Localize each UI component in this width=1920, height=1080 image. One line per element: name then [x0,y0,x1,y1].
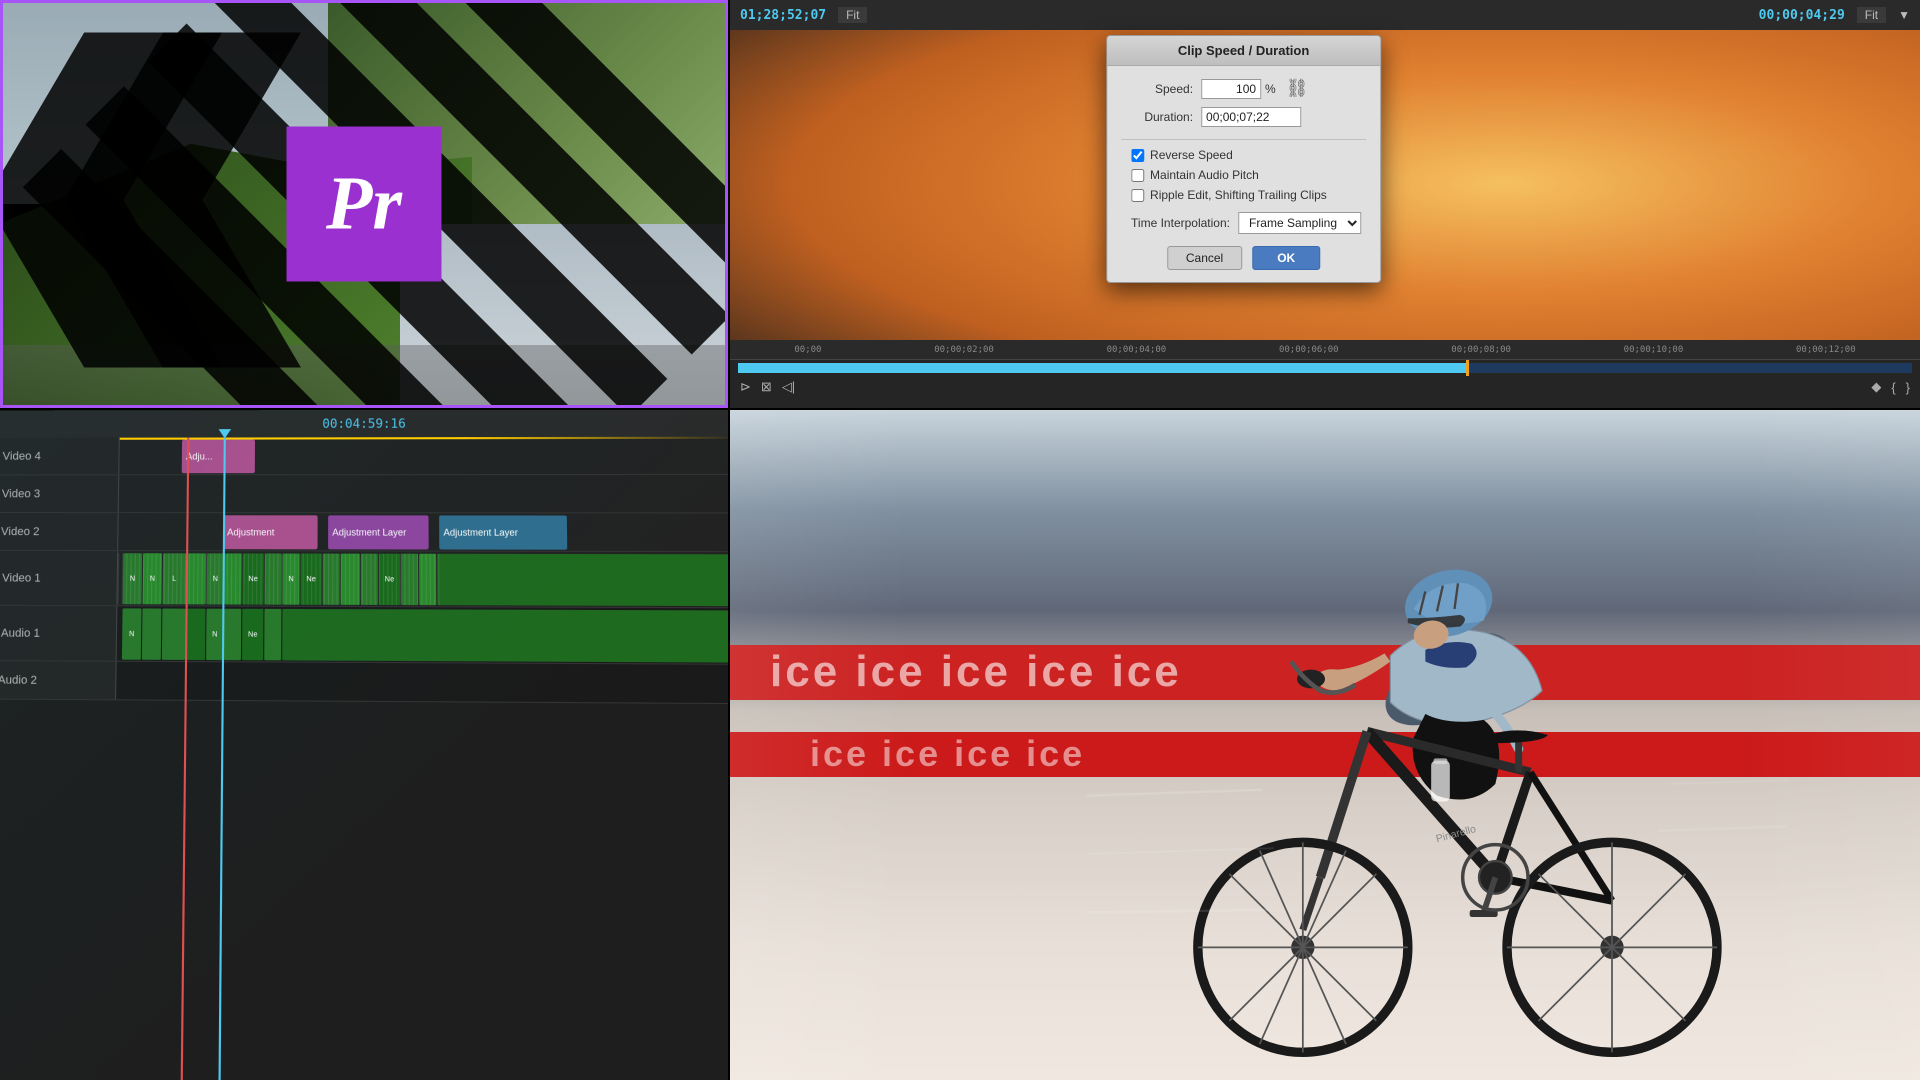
clip-v2-pink-1[interactable]: Adjustment [223,515,318,549]
speed-input[interactable] [1201,79,1261,99]
maintain-audio-pitch-label: Maintain Audio Pitch [1150,168,1259,182]
track-label-audio1: ▼ Audio 1 [0,606,117,661]
clip-v2-teal[interactable]: Adjustment Layer [439,515,567,549]
duration-row: Duration: [1121,107,1366,127]
track-content-video3 [119,475,728,512]
timecode-left: 01;28;52;07 [740,8,826,23]
progress-fill [738,363,1466,373]
track-video4: ▶ Video 4 Adju... [0,437,728,476]
time-interpolation-label: Time Interpolation: [1131,216,1230,230]
cyclist-svg: Pinarello [1087,444,1787,1080]
ok-button[interactable]: OK [1252,246,1320,270]
time-interpolation-row: Time Interpolation: Frame Sampling Frame… [1121,212,1366,234]
track-content-audio2 [116,662,728,703]
camera-icon[interactable]: ⊠ [761,379,772,395]
track-label-audio2: ▶ Audio 2 [0,661,117,699]
duration-label: Duration: [1121,110,1193,124]
dropdown-arrow[interactable]: ▼ [1898,8,1910,22]
cancel-button[interactable]: Cancel [1167,246,1242,270]
pr-logo-text: Pr [326,161,402,248]
transport-controls: ⊳ ⊠ ◁| ◆ { } [730,376,1920,398]
clip-v2-pink-2[interactable]: Adjustment Layer [328,515,429,549]
track-video2: ▶ Video 2 Adjustment Adjustment Layer Ad… [0,513,728,552]
timecode-right: 00;00;04;29 [1759,8,1845,23]
track-content-video1: N N L N Ne N Ne Ne [117,551,728,607]
timeline-controls-bar: 00;00 00;00;02;00 00;00;04;00 00;00;06;0… [730,340,1920,408]
track-video3: ▶ Video 3 [0,475,728,514]
clip-speed-dialog: Clip Speed / Duration Speed: % ⛓ Duratio… [1106,35,1381,283]
dialog-body: Speed: % ⛓ Duration: Reverse Speed [1107,66,1380,282]
dialog-title-bar: Clip Speed / Duration [1107,36,1380,66]
track-audio1: ▼ Audio 1 N N Ne [0,606,728,665]
pr-logo-box: Pr [287,127,442,282]
ripple-edit-row: Ripple Edit, Shifting Trailing Clips [1121,188,1366,202]
track-label-video3: ▶ Video 3 [0,475,119,512]
diamond-icon[interactable]: ◆ [1871,379,1881,395]
ripple-edit-label: Ripple Edit, Shifting Trailing Clips [1150,188,1327,202]
right-brace-icon[interactable]: } [1906,380,1910,395]
timeline-header: 00:04:59:16 [0,410,728,438]
tick-6: 00;00;12;00 [1796,345,1856,355]
track-label-video2: ▶ Video 2 [0,513,119,550]
track-video1: ▼ Video 1 N N L N Ne [0,551,728,608]
dialog-buttons: Cancel OK [1121,246,1366,274]
ripple-edit-checkbox[interactable] [1131,189,1144,202]
v-divider [728,0,730,1080]
tick-3: 00;00;06;00 [1279,345,1339,355]
track-label-video4: ▶ Video 4 [0,438,120,475]
progress-track[interactable] [738,363,1912,373]
tick-0: 00;00 [794,345,821,355]
mark-in-icon[interactable]: ◁| [782,379,795,395]
maintain-audio-pitch-checkbox[interactable] [1131,169,1144,182]
fit-label-left[interactable]: Fit [838,7,867,23]
dialog-divider [1121,139,1366,140]
timeline-ruler: 00;00 00;00;02;00 00;00;04;00 00;00;06;0… [730,340,1920,360]
time-interpolation-select[interactable]: Frame Sampling Frame Blending Optical Fl… [1238,212,1361,234]
playhead-marker [1466,360,1469,376]
track-label-video1: ▼ Video 1 [0,551,118,605]
speed-row: Speed: % ⛓ [1121,78,1366,99]
editor-toolbar: 01;28;52;07 Fit 00;00;04;29 Fit ▼ [730,0,1920,30]
tick-1: 00;00;02;00 [934,345,994,355]
maintain-audio-pitch-row: Maintain Audio Pitch [1121,168,1366,182]
track-content-audio1: N N Ne [117,606,728,664]
left-brace-icon[interactable]: { [1891,380,1895,395]
tick-4: 00;00;08;00 [1451,345,1511,355]
h-divider [0,408,1920,410]
reverse-speed-row: Reverse Speed [1121,148,1366,162]
panel-top-right: 01;28;52;07 Fit 00;00;04;29 Fit ▼ 00;00 … [730,0,1920,408]
duration-input[interactable] [1201,107,1301,127]
timeline-inner: 00:04:59:16 ▶ Video 4 Adju... [0,410,728,1080]
fit-label-right[interactable]: Fit [1857,7,1886,23]
panel-bottom-left: 00:04:59:16 ▶ Video 4 Adju... [0,410,728,1080]
tick-2: 00;00;04;00 [1107,345,1167,355]
speed-unit: % [1265,82,1276,96]
cyclist-container: Pinarello [730,410,1920,1080]
reverse-speed-checkbox[interactable] [1131,149,1144,162]
out-point-icon[interactable]: ⊳ [740,379,751,395]
tick-5: 00;00;10;00 [1624,345,1684,355]
link-chain-icon[interactable]: ⛓ [1286,78,1309,99]
speed-label: Speed: [1121,82,1193,96]
reverse-speed-label: Reverse Speed [1150,148,1233,162]
panel-top-left: Pr [0,0,728,408]
track-content-video2: Adjustment Adjustment Layer Adjustment L… [118,513,728,551]
timeline-timecode: 00:04:59:16 [322,416,406,431]
track-content-video4: Adju... [119,437,728,475]
panel-bottom-right: ice ice ice ice ice ice ice ice ice [730,410,1920,1080]
track-audio2: ▶ Audio 2 [0,661,728,704]
clip-v4-pink[interactable]: Adju... [182,440,255,474]
